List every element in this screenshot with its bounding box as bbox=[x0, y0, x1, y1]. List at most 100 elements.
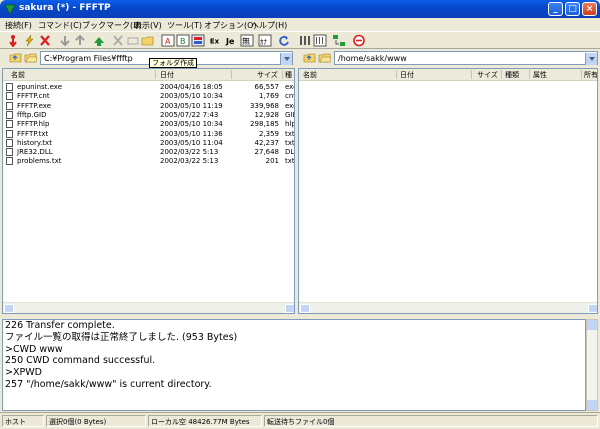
scroll-right-icon[interactable] bbox=[285, 304, 294, 313]
list-view-icon[interactable] bbox=[298, 34, 312, 47]
table-row[interactable]: ffftp.GID 2005/07/22 7:43 12,928 GID bbox=[3, 110, 294, 120]
local-open-folder-icon[interactable] bbox=[24, 52, 38, 64]
file-icon bbox=[6, 148, 13, 157]
sync-folder-icon[interactable] bbox=[332, 34, 346, 47]
log-window[interactable]: 226 Transfer complete. ファイル一覧の取得は正常終了しまし… bbox=[2, 319, 586, 411]
disconnect-icon[interactable] bbox=[38, 34, 52, 47]
file-size: 1,769 bbox=[258, 92, 279, 101]
file-type: hlp bbox=[285, 120, 295, 129]
local-col-type[interactable]: 種 bbox=[285, 70, 292, 80]
remote-col-type[interactable]: 種類 bbox=[505, 70, 519, 80]
file-name: ffftp.GID bbox=[17, 110, 47, 119]
local-path-dropdown-icon[interactable] bbox=[280, 53, 292, 65]
file-icon bbox=[6, 101, 13, 110]
local-path-text: C:¥Program Files¥ffftp bbox=[44, 54, 133, 63]
remote-parent-folder-icon[interactable] bbox=[303, 52, 317, 64]
remote-file-list[interactable]: 名前 日付 サイズ 種類 属性 所有 bbox=[298, 68, 598, 314]
local-horizontal-scrollbar[interactable] bbox=[3, 302, 294, 313]
file-type: GID bbox=[285, 110, 294, 119]
stop-icon[interactable] bbox=[352, 34, 366, 47]
menu-options[interactable]: オプション(O) bbox=[204, 20, 257, 31]
file-name: FFFTP.exe bbox=[17, 101, 52, 110]
minimize-button[interactable]: _ bbox=[548, 2, 563, 16]
local-col-date[interactable]: 日付 bbox=[160, 70, 174, 80]
table-row[interactable]: JRE32.DLL 2002/03/22 5:13 27,648 DLL bbox=[3, 148, 294, 157]
file-date: 2003/05/10 11:36 bbox=[160, 129, 223, 138]
local-path-bar: C:¥Program Files¥ffftp bbox=[0, 50, 295, 66]
file-date: 2005/07/22 7:43 bbox=[160, 110, 219, 119]
table-row[interactable]: FFFTP.hlp 2003/05/10 10:34 298,185 hlp bbox=[3, 120, 295, 129]
delete-icon[interactable] bbox=[111, 34, 125, 47]
scroll-left-icon[interactable] bbox=[4, 304, 14, 313]
file-type: txt bbox=[285, 138, 295, 147]
scroll-right-icon[interactable] bbox=[588, 304, 597, 313]
file-type: txt bbox=[285, 129, 295, 138]
file-icon bbox=[6, 138, 13, 147]
menu-connect[interactable]: 接続(F) bbox=[5, 20, 32, 31]
download-icon[interactable] bbox=[58, 34, 72, 47]
table-row[interactable]: FFFTP.cnt 2003/05/10 10:34 1,769 cnt bbox=[3, 92, 295, 101]
menu-help[interactable]: ヘルプ(H) bbox=[251, 20, 287, 31]
menu-tools[interactable]: ツール(T) bbox=[167, 20, 202, 31]
toolbar: A B Ex Je 無 ｶﾅ bbox=[0, 31, 600, 49]
kana-conversion-button[interactable]: ｶﾅ bbox=[258, 34, 272, 47]
log-line: >CWD www bbox=[5, 343, 63, 355]
remote-col-size[interactable]: サイズ bbox=[477, 70, 498, 80]
maximize-button[interactable]: □ bbox=[565, 2, 580, 16]
svg-text:ｶﾅ: ｶﾅ bbox=[260, 38, 268, 46]
remote-open-folder-icon[interactable] bbox=[318, 52, 332, 64]
ascii-mode-icon[interactable]: A bbox=[161, 34, 175, 47]
menu-bookmark[interactable]: ブックマーク(B) bbox=[82, 20, 142, 31]
remote-path-input[interactable]: /home/sakk/www bbox=[334, 51, 598, 65]
remote-col-attr[interactable]: 属性 bbox=[533, 70, 547, 80]
table-row[interactable]: FFFTP.txt 2003/05/10 11:36 2,359 txt bbox=[3, 129, 295, 139]
file-name: problems.txt bbox=[17, 157, 62, 166]
remote-col-name[interactable]: 名前 bbox=[303, 70, 317, 80]
remote-horizontal-scrollbar[interactable] bbox=[299, 302, 597, 313]
upload-icon[interactable] bbox=[73, 34, 87, 47]
table-row[interactable]: problems.txt 2002/03/22 5:13 201 txt bbox=[3, 157, 294, 166]
menu-command[interactable]: コマンド(C) bbox=[38, 20, 82, 31]
auto-mode-icon[interactable] bbox=[191, 34, 205, 47]
menu-view[interactable]: 表示(V) bbox=[134, 20, 162, 31]
rename-icon[interactable] bbox=[126, 34, 140, 47]
local-col-size[interactable]: サイズ bbox=[257, 70, 278, 80]
detail-view-icon[interactable] bbox=[313, 34, 327, 47]
file-date: 2002/03/22 5:13 bbox=[160, 157, 219, 166]
remote-path-dropdown-icon[interactable] bbox=[585, 53, 597, 65]
table-row[interactable]: FFFTP.exe 2003/05/10 11:19 339,968 exe bbox=[3, 101, 294, 111]
new-folder-icon[interactable] bbox=[141, 34, 155, 47]
remote-col-owner[interactable]: 所有 bbox=[584, 70, 597, 80]
connect-icon[interactable] bbox=[6, 34, 20, 47]
file-icon bbox=[6, 110, 13, 119]
refresh-icon[interactable] bbox=[277, 34, 291, 47]
scroll-down-icon[interactable] bbox=[587, 400, 597, 410]
title-bar[interactable]: sakura (*) - FFFTP _ □ × bbox=[0, 0, 600, 18]
file-size: 27,648 bbox=[254, 148, 280, 157]
scroll-left-icon[interactable] bbox=[300, 304, 310, 313]
file-date: 2004/04/16 18:05 bbox=[160, 83, 223, 91]
status-bar: ホスト 選択0個(0 Bytes) ローカル空 48426.77M Bytes … bbox=[0, 412, 600, 429]
no-conversion-button[interactable]: 無 bbox=[240, 34, 254, 47]
local-file-list[interactable]: 名前 日付 サイズ 種 epuninst.exe 2004/04/16 18:05… bbox=[2, 68, 295, 314]
file-icon bbox=[6, 129, 13, 138]
local-parent-folder-icon[interactable] bbox=[9, 52, 23, 64]
table-row[interactable]: history.txt 2003/05/10 11:04 42,237 txt bbox=[3, 138, 295, 148]
binary-mode-icon[interactable]: B bbox=[176, 34, 190, 47]
kanji-jis-button[interactable]: Je bbox=[225, 34, 239, 47]
scroll-up-icon[interactable] bbox=[587, 320, 597, 330]
file-size: 339,968 bbox=[250, 101, 279, 110]
file-type: cnt bbox=[285, 92, 295, 101]
local-col-name[interactable]: 名前 bbox=[11, 70, 25, 80]
close-button[interactable]: × bbox=[582, 2, 597, 16]
mirror-upload-icon[interactable] bbox=[92, 34, 106, 47]
status-queue: 転送待ちファイル0個 bbox=[264, 415, 598, 427]
quick-connect-icon[interactable] bbox=[22, 34, 36, 47]
kanji-euc-button[interactable]: Ex bbox=[209, 34, 225, 47]
remote-col-date[interactable]: 日付 bbox=[400, 70, 414, 80]
table-row[interactable]: epuninst.exe 2004/04/16 18:05 66,557 exe bbox=[3, 83, 294, 92]
log-vertical-scrollbar[interactable] bbox=[586, 319, 598, 411]
tooltip: フォルダ作成 bbox=[149, 58, 197, 68]
file-icon bbox=[6, 120, 13, 129]
svg-text:A: A bbox=[165, 37, 171, 46]
